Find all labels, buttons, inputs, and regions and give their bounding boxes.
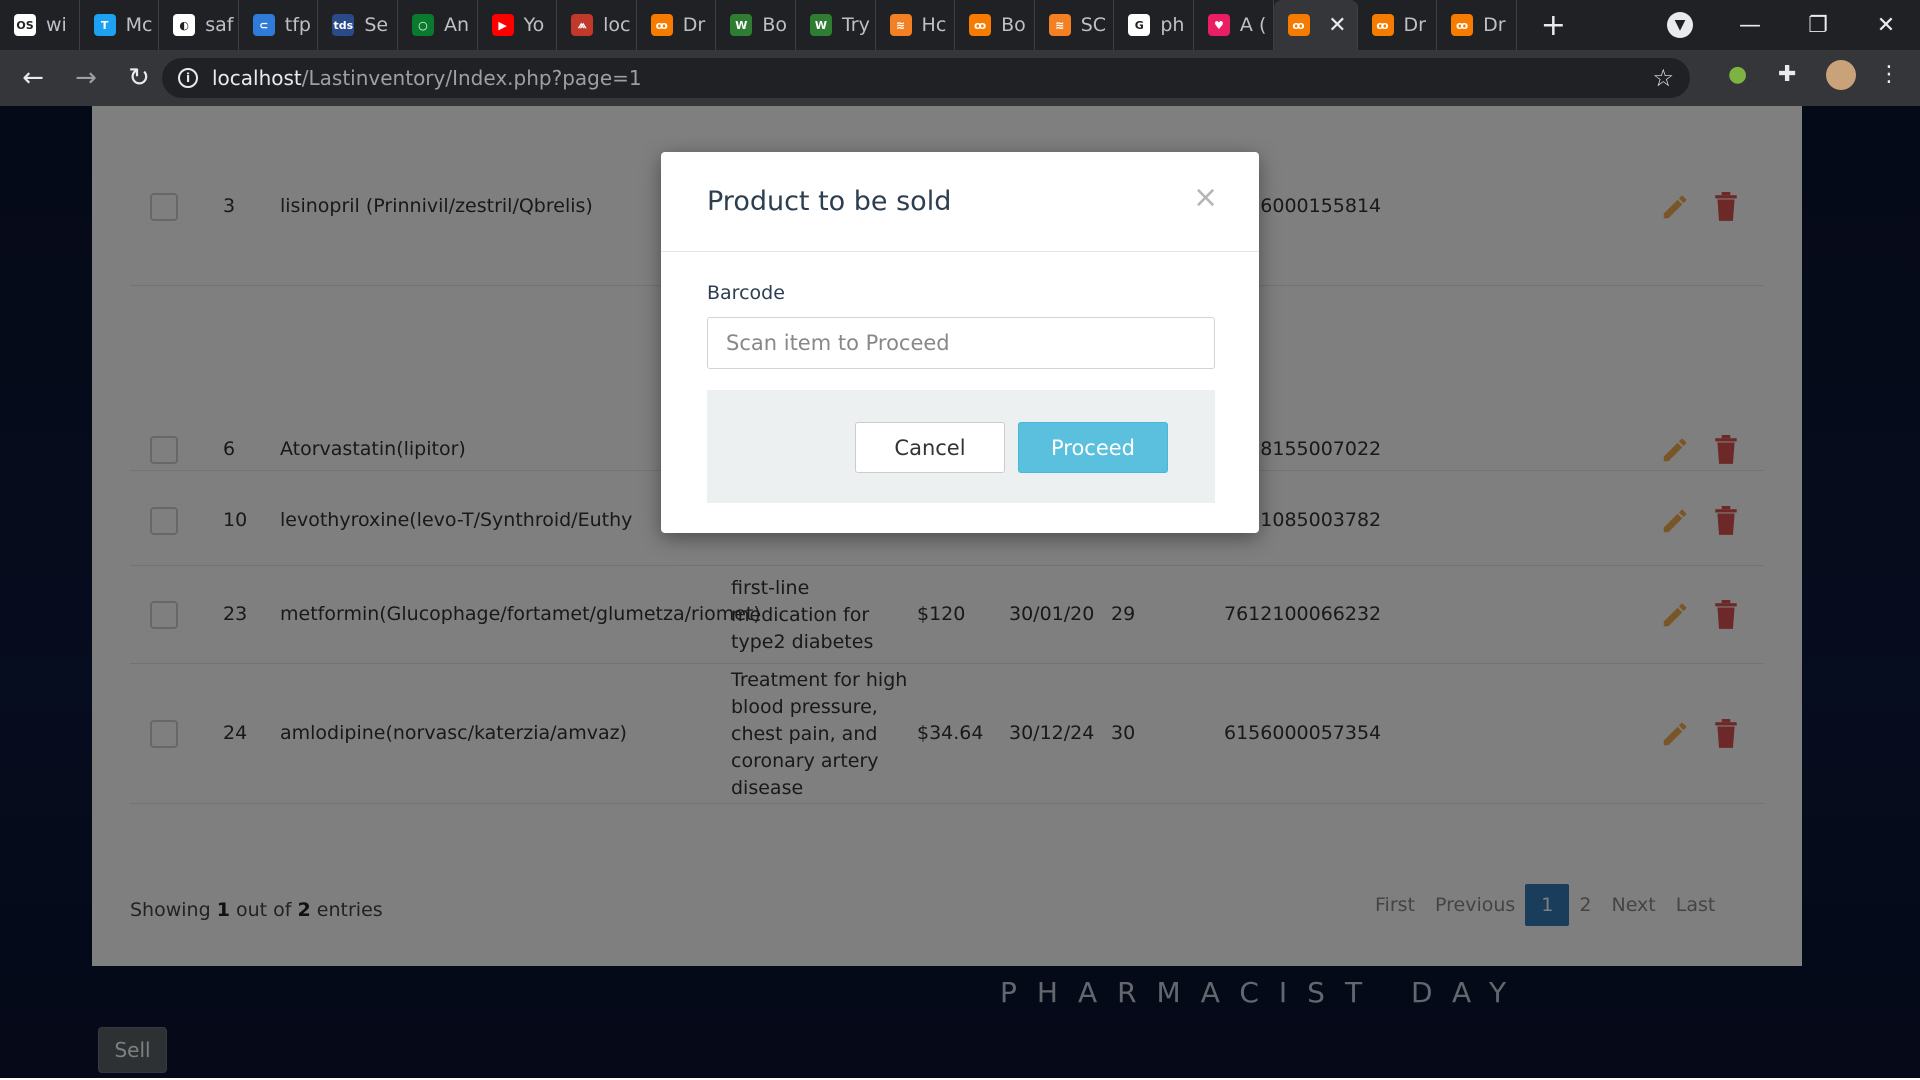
proceed-button[interactable]: Proceed (1018, 422, 1168, 473)
modal-header: Product to be sold × (661, 152, 1259, 252)
browser-tab[interactable]: ≋ SC (1035, 0, 1115, 50)
barcode-label: Barcode (707, 282, 785, 304)
tab-label: ph (1160, 14, 1185, 36)
tab-favicon-icon: tds (332, 14, 355, 36)
cancel-button[interactable]: Cancel (855, 422, 1005, 473)
tab-label: saf (205, 14, 234, 36)
tab-label: Bo (762, 14, 788, 36)
browser-menu-icon[interactable]: ⋮ (1878, 62, 1900, 87)
tab-favicon-icon: ꝏ (1287, 14, 1310, 36)
url-host: localhost (212, 66, 302, 90)
browser-tab[interactable]: ꝏ ✕ (1273, 0, 1358, 50)
tab-favicon-icon: ⩕ (571, 14, 594, 36)
tab-favicon-icon: T (93, 14, 116, 36)
tab-label: Dr (1483, 14, 1506, 36)
tab-label: loc (603, 14, 631, 36)
forward-icon[interactable]: → (66, 63, 106, 93)
reload-icon[interactable]: ↻ (119, 63, 159, 93)
tab-favicon-icon: ≋ (1048, 14, 1071, 36)
extensions-puzzle-icon[interactable]: ✚ (1778, 62, 1796, 87)
browser-tab[interactable]: ♥ A ( (1194, 0, 1274, 50)
tab-favicon-icon: ○ (411, 14, 434, 36)
tab-label: Yo (523, 14, 545, 36)
browser-tab[interactable]: tds Se (318, 0, 398, 50)
tab-favicon-icon: ≋ (889, 14, 912, 36)
tab-label: Dr (682, 14, 706, 36)
tab-label: Se (364, 14, 389, 36)
browser-toolbar: ← → ↻ i localhost/Lastinventory/Index.ph… (0, 50, 1920, 106)
browser-tab[interactable]: ≋ Hc (876, 0, 956, 50)
tab-label: Dr (1403, 14, 1426, 36)
tab-favicon-icon: OS (14, 14, 36, 36)
browser-tab[interactable]: ꝏ Dr (1437, 0, 1517, 50)
extension-globe-icon[interactable]: ● (1728, 62, 1747, 87)
tab-label: Try (841, 14, 870, 36)
restore-icon[interactable]: ❐ (1784, 13, 1852, 38)
tab-label: wi (46, 14, 67, 36)
tab-favicon-icon: ◐ (173, 14, 196, 36)
url-path: /Lastinventory/Index.php?page=1 (301, 66, 642, 90)
modal-title: Product to be sold (707, 186, 952, 217)
address-bar[interactable]: i localhost/Lastinventory/Index.php?page… (162, 58, 1690, 98)
tab-favicon-icon: ▶ (491, 14, 514, 36)
browser-tab-bar: OS wi T Mc ◐ saf ⊂ tfp tds Se ○ An ▶ Yo ⩕ loc ꝏ Dr W Bo W Try… (0, 0, 1920, 50)
site-info-icon[interactable]: i (178, 68, 198, 88)
browser-tab[interactable]: ○ An (398, 0, 478, 50)
new-tab-icon[interactable]: + (1541, 8, 1581, 43)
product-sell-modal: Product to be sold × Barcode Cancel Proc… (661, 152, 1259, 533)
browser-tab[interactable]: OS wi (0, 0, 80, 50)
tab-favicon-icon: W (809, 14, 832, 36)
browser-tab[interactable]: W Try (796, 0, 876, 50)
browser-tab[interactable]: ⊂ tfp (239, 0, 319, 50)
browser-tab[interactable]: W Bo (716, 0, 796, 50)
window-controls: — ❐ ✕ (1716, 0, 1920, 50)
browser-tab[interactable]: T Mc (80, 0, 160, 50)
bookmark-star-icon[interactable]: ☆ (1652, 64, 1674, 92)
minimize-icon[interactable]: — (1716, 13, 1784, 38)
tab-favicon-icon: G (1128, 14, 1151, 36)
barcode-input[interactable] (707, 317, 1215, 369)
browser-tab[interactable]: ◐ saf (159, 0, 239, 50)
close-window-icon[interactable]: ✕ (1852, 13, 1920, 38)
tab-label: Hc (921, 14, 947, 36)
tab-label: Bo (1001, 14, 1026, 36)
tab-favicon-icon: ꝏ (650, 14, 673, 36)
tab-favicon-icon: W (730, 14, 753, 36)
tab-favicon-icon: ♥ (1207, 14, 1230, 36)
tab-favicon-icon: ⊂ (252, 14, 275, 36)
browser-tab[interactable]: ⩕ loc (557, 0, 637, 50)
close-icon[interactable]: × (1193, 180, 1218, 215)
tab-label: An (443, 14, 470, 36)
browser-tab[interactable]: ꝏ Dr (1358, 0, 1438, 50)
tab-favicon-icon: ꝏ (1371, 14, 1394, 36)
profile-avatar[interactable] (1826, 60, 1856, 90)
tab-label: tfp (284, 14, 311, 36)
tab-favicon-icon: ꝏ (1451, 14, 1474, 36)
tab-label: SC (1080, 14, 1107, 36)
browser-tab[interactable]: Gph (1114, 0, 1194, 50)
tab-search-icon[interactable]: ▼ (1667, 12, 1693, 38)
tab-close-icon[interactable]: ✕ (1328, 13, 1346, 38)
tab-favicon-icon: ꝏ (969, 14, 992, 36)
tab-label: A ( (1239, 14, 1267, 36)
browser-tab[interactable]: ꝏ Bo (955, 0, 1035, 50)
browser-tab[interactable]: ▶ Yo (478, 0, 558, 50)
browser-tab[interactable]: ꝏ Dr (637, 0, 717, 50)
modal-footer: Cancel Proceed (707, 390, 1215, 503)
back-icon[interactable]: ← (13, 63, 53, 93)
tab-label: Mc (125, 14, 153, 36)
